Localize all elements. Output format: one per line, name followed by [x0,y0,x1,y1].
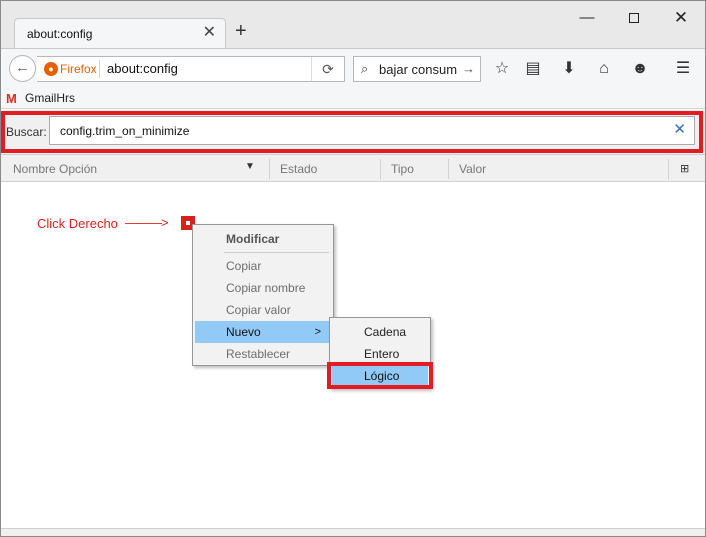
tab-about-config[interactable]: about:config ✕ [14,18,226,49]
annotation-label: Click Derecho [37,216,118,231]
column-header-row: Nombre Opción ▼ Estado Tipo Valor ⊞ [1,154,705,182]
submenu-item-label: Entero [364,347,400,361]
column-tipo[interactable]: Tipo [391,162,414,176]
smiley-icon[interactable]: ☻ [629,58,651,80]
search-bar[interactable]: ⌕ bajar consum → [353,56,481,82]
download-icon[interactable]: ⬇ [558,58,580,80]
reload-icon[interactable]: ⟳ [311,57,344,81]
column-divider [668,159,669,179]
identity-label: Firefox [60,62,97,76]
bookmarks-toolbar: M GmailHrs [1,87,705,109]
menu-item-nuevo[interactable]: Nuevo > [195,321,331,343]
sort-arrow-icon[interactable]: ▼ [245,161,255,172]
menu-item-copiar-nombre[interactable]: Copiar nombre [195,277,331,299]
menu-item-label: Restablecer [226,347,291,361]
menu-item-label: Copiar valor [226,303,291,317]
back-arrow-icon[interactable]: ← [9,55,36,82]
column-estado[interactable]: Estado [280,162,317,176]
star-icon[interactable]: ☆ [491,58,513,80]
menu-item-label: Copiar nombre [226,281,306,295]
hamburger-menu-icon[interactable]: ☰ [672,58,694,80]
maximize-button[interactable] [619,7,649,29]
plus-icon[interactable]: + [235,21,247,41]
context-menu: Modificar Copiar Copiar nombre Copiar va… [192,224,334,366]
annotation-arrow: ———> [125,215,169,230]
column-divider [269,159,270,179]
search-go-icon[interactable]: → [462,61,475,76]
submenu-item-cadena[interactable]: Cadena [332,321,428,343]
browser-window: about:config ✕ + — ✕ ● Firefox about:con… [0,0,706,537]
menu-item-modificar[interactable]: Modificar [195,228,331,250]
menu-item-copiar-valor[interactable]: Copiar valor [195,299,331,321]
search-icon: ⌕ [361,61,369,76]
home-icon[interactable]: ⌂ [593,58,615,80]
close-icon[interactable]: ✕ [203,25,216,41]
bookmark-gmailhrs[interactable]: GmailHrs [25,91,75,105]
gmail-icon: M [6,91,17,106]
tab-strip: about:config ✕ + — ✕ [1,1,705,49]
close-window-button[interactable]: ✕ [666,7,696,29]
chevron-right-icon: > [314,326,321,338]
search-input[interactable]: bajar consum [379,62,465,77]
minimize-button[interactable]: — [572,7,602,29]
url-text[interactable]: about:config [107,61,178,76]
menu-separator [224,252,329,253]
tab-title: about:config [27,27,93,41]
menu-item-restablecer[interactable]: Restablecer [195,343,331,365]
highlight-frame-filter [1,111,703,153]
menu-item-label: Copiar [226,259,262,273]
menu-item-label: Nuevo [226,325,261,339]
url-divider [99,60,100,78]
column-divider [380,159,381,179]
menu-item-label: Modificar [226,232,280,246]
submenu-item-label: Cadena [364,325,407,339]
column-nombre-opcion[interactable]: Nombre Opción [13,162,97,176]
highlight-frame-logico [327,362,433,389]
column-valor[interactable]: Valor [459,162,486,176]
navigation-toolbar: ● Firefox about:config ⟳ ← ⌕ bajar consu… [1,48,705,87]
reading-list-icon[interactable]: ▤ [522,58,544,80]
column-picker-icon[interactable]: ⊞ [680,162,689,175]
column-divider [448,159,449,179]
bottom-edge [1,528,705,536]
menu-item-copiar[interactable]: Copiar [195,255,331,277]
url-bar[interactable]: ● Firefox about:config ⟳ [37,56,345,82]
firefox-logo-icon: ● [44,62,58,76]
